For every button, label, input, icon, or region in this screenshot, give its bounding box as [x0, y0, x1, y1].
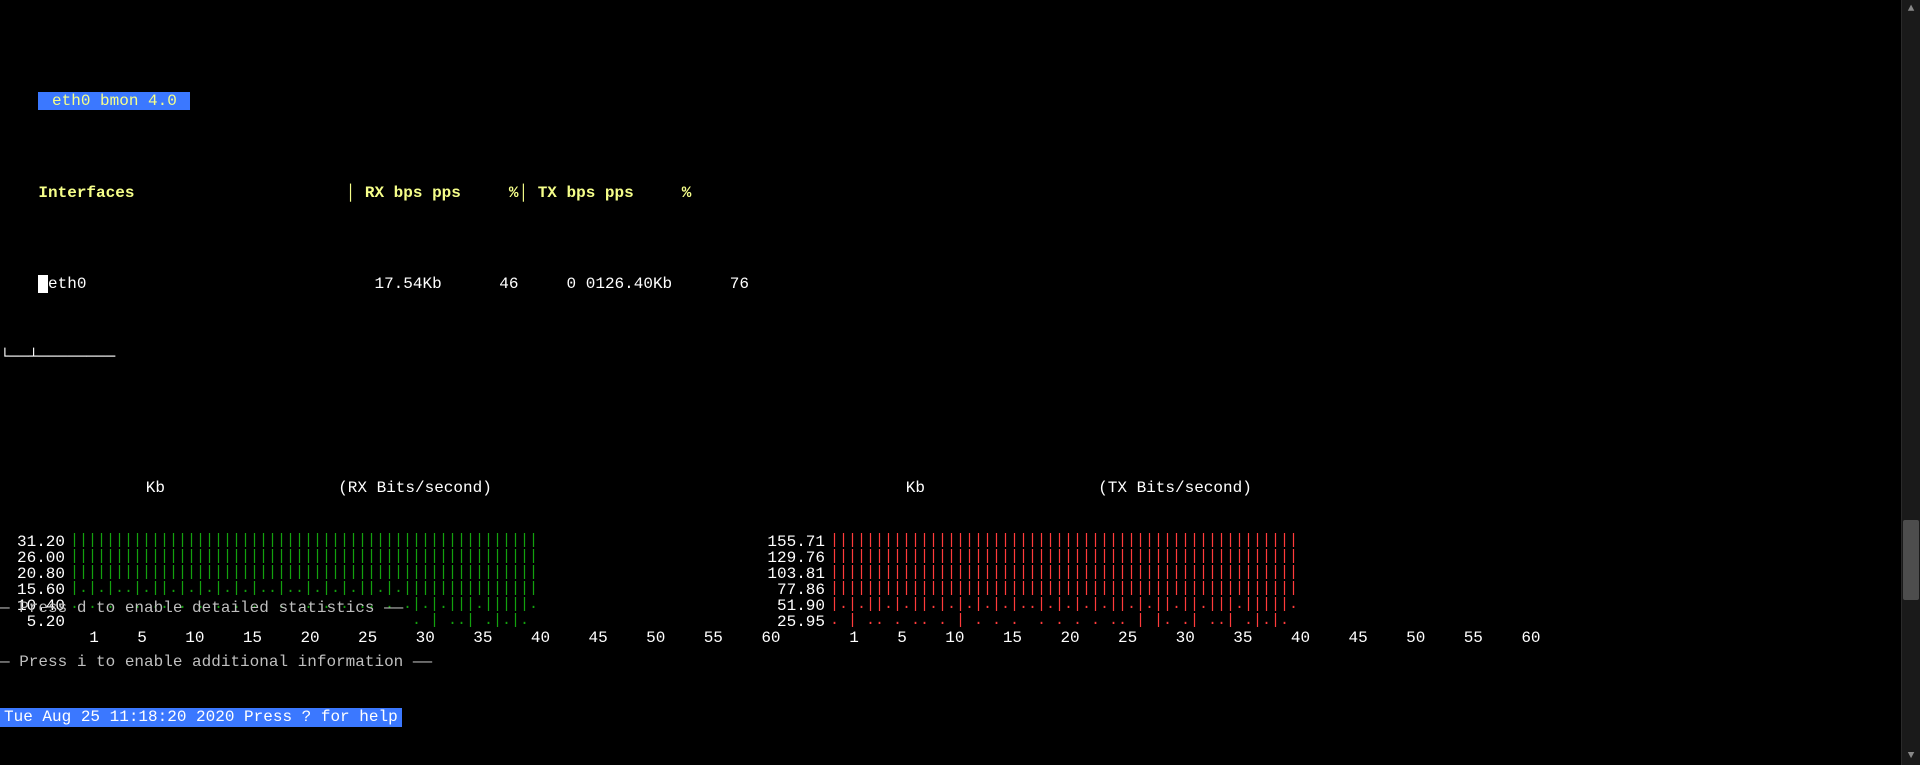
app-title: eth0 bmon 4.0 [38, 92, 190, 110]
tx-bps: 0126.40Kb [586, 275, 672, 293]
column-headers: Interfaces │ RX bps pps %│ TX bps pps % [0, 165, 1538, 183]
rx-bps: 17.54Kb [374, 275, 441, 293]
tx-unit: Kb [855, 479, 925, 497]
rx-title: (RX Bits/second) [165, 479, 665, 497]
hint-d: — Press d to enable detailed statistics … [0, 599, 1538, 617]
iface-name: eth0 [48, 275, 86, 293]
col-pct-2: % [682, 184, 692, 202]
rx-unit: Kb [95, 479, 165, 497]
hint-i: — Press i to enable additional informati… [0, 653, 1538, 671]
col-interfaces: Interfaces [38, 184, 134, 202]
interface-row[interactable]: eth0 17.54Kb 46 0 0126.40Kb 76 [0, 257, 1538, 275]
col-rx: RX bps pps [365, 184, 461, 202]
scroll-thumb[interactable] [1903, 520, 1919, 600]
tree-indent: └──┴──────── [0, 348, 1538, 366]
col-tx: TX bps pps [538, 184, 634, 202]
col-pct-1: % [509, 184, 519, 202]
scrollbar[interactable]: ▲ ▼ [1901, 0, 1920, 765]
scroll-down-icon[interactable]: ▼ [1902, 747, 1920, 765]
terminal[interactable]: eth0 bmon 4.0 Interfaces │ RX bps pps %│… [0, 0, 1538, 765]
tx-pps: 76 [730, 275, 749, 293]
rx-pps: 46 [499, 275, 518, 293]
status-bar: Tue Aug 25 11:18:20 2020 Press ? for hel… [0, 708, 402, 726]
scroll-up-icon[interactable]: ▲ [1902, 0, 1920, 18]
rx-pct: 0 [567, 275, 577, 293]
tx-title: (TX Bits/second) [925, 479, 1425, 497]
